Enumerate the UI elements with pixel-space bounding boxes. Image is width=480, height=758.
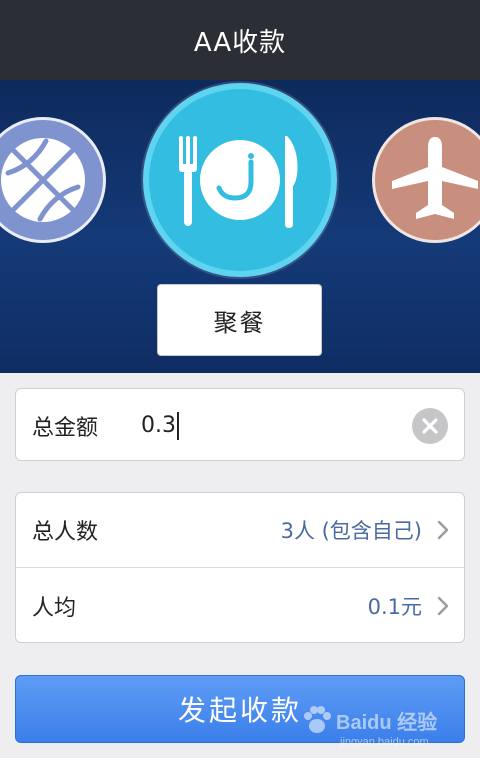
- per-person-label: 人均: [32, 595, 77, 621]
- people-count-label: 总人数: [32, 520, 99, 545]
- clear-icon: [422, 418, 438, 434]
- airplane-icon: [392, 137, 478, 219]
- category-dining[interactable]: [143, 83, 337, 277]
- category-travel[interactable]: [372, 117, 480, 243]
- per-person-value: 0.1元: [367, 594, 422, 619]
- dining-icon: [179, 136, 298, 228]
- people-count-row[interactable]: 总人数 3人 (包含自己): [16, 493, 464, 568]
- text-caret: [177, 411, 179, 440]
- selected-category-label[interactable]: 聚餐: [157, 284, 322, 356]
- basketball-icon: [1, 138, 85, 222]
- title-bar: AA收款: [0, 0, 480, 80]
- chevron-right-icon: [437, 520, 449, 540]
- amount-value: 0.3: [141, 413, 176, 438]
- page-title: AA收款: [193, 27, 287, 58]
- chevron-right-icon: [437, 596, 449, 615]
- per-person-row[interactable]: 人均 0.1元: [16, 568, 464, 643]
- submit-label: 发起收款: [177, 694, 302, 727]
- amount-input[interactable]: 0.3: [141, 389, 179, 462]
- info-card: 总人数 3人 (包含自己) 人均 0.1元: [15, 492, 465, 643]
- amount-label: 总金额: [32, 415, 99, 441]
- category-basketball[interactable]: [0, 117, 106, 243]
- amount-card: 总金额 0.3: [15, 388, 465, 461]
- category-label-text: 聚餐: [213, 308, 266, 337]
- people-count-value: 3人 (包含自己): [280, 519, 422, 543]
- clear-button[interactable]: [412, 408, 448, 444]
- category-banner: 聚餐: [0, 80, 480, 373]
- submit-button[interactable]: 发起收款: [15, 675, 465, 743]
